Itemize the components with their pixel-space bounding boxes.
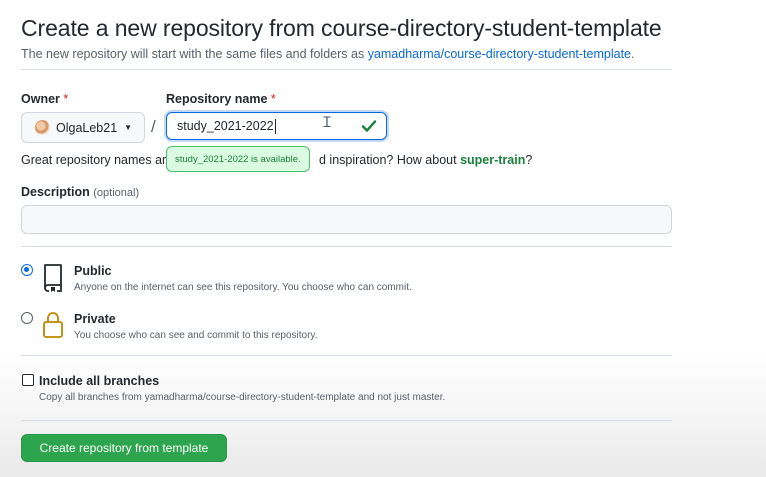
repository-name-input[interactable]: study_2021-2022: [166, 112, 387, 140]
description-input[interactable]: [21, 205, 672, 234]
suggested-name-link[interactable]: super-train: [460, 153, 525, 167]
required-mark: *: [270, 92, 276, 106]
repo-name-label-text: Repository name: [166, 92, 268, 106]
name-hint-text: Great repository names are: [21, 153, 174, 167]
owner-value: OlgaLeb21: [56, 120, 118, 135]
name-hint-suggestion: d inspiration? How about super-train?: [319, 153, 532, 167]
page-subtitle: The new repository will start with the s…: [21, 47, 634, 61]
hint-middle: d inspiration? How about: [319, 153, 461, 167]
required-mark: *: [63, 92, 69, 106]
create-repository-button[interactable]: Create repository from template: [21, 434, 227, 462]
owner-repo-separator: /: [151, 117, 156, 136]
chevron-down-icon: ▼: [124, 123, 133, 132]
description-label-text: Description: [21, 185, 90, 199]
text-cursor: [274, 118, 276, 134]
avatar: [35, 120, 50, 135]
owner-label-text: Owner: [21, 92, 60, 106]
repo-icon: [42, 263, 64, 298]
branches-divider: [21, 355, 672, 356]
include-all-branches-checkbox[interactable]: [22, 374, 34, 386]
subtitle-text: The new repository will start with the s…: [21, 47, 368, 61]
owner-label: Owner *: [21, 92, 68, 106]
optional-note: (optional): [93, 187, 140, 199]
include-all-branches-label: Include all branches: [39, 374, 160, 388]
actions-divider: [21, 420, 672, 421]
description-label: Description (optional): [21, 185, 139, 199]
repository-name-value: study_2021-2022: [177, 119, 274, 133]
template-link[interactable]: yamadharma/course-directory-student-temp…: [368, 47, 631, 61]
private-radio[interactable]: [21, 312, 33, 324]
lock-icon: [42, 309, 64, 344]
availability-tooltip: study_2021-2022 is available.: [166, 146, 310, 172]
owner-select[interactable]: OlgaLeb21 ▼: [21, 112, 145, 143]
subtitle-suffix: .: [631, 47, 635, 61]
page-title: Create a new repository from course-dire…: [21, 15, 662, 41]
private-option-description: You choose who can see and commit to thi…: [74, 330, 318, 341]
i-beam-cursor-icon: Ｉ: [320, 115, 334, 131]
header-divider: [21, 69, 672, 70]
check-icon: [361, 119, 377, 136]
public-radio[interactable]: [21, 264, 33, 276]
include-all-branches-description: Copy all branches from yamadharma/course…: [39, 392, 446, 403]
repo-name-label: Repository name *: [166, 92, 276, 106]
visibility-divider: [21, 246, 672, 247]
private-option-title: Private: [74, 312, 116, 326]
hint-suffix: ?: [525, 153, 533, 167]
public-option-title: Public: [74, 264, 112, 278]
public-option-description: Anyone on the internet can see this repo…: [74, 282, 412, 293]
